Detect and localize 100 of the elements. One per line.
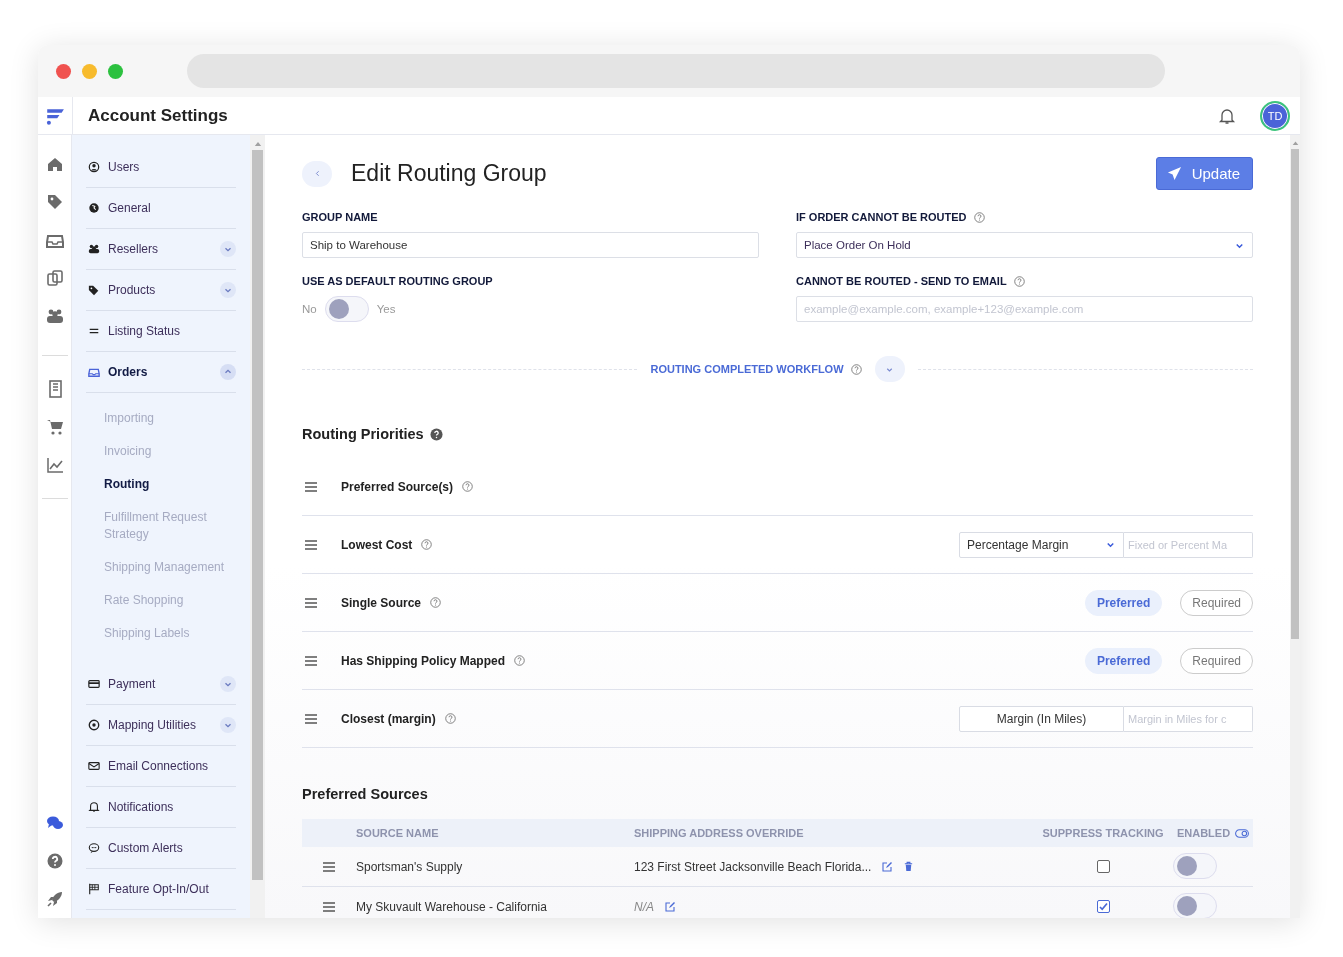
- priority-label: Lowest Cost: [341, 537, 413, 552]
- workflow-link[interactable]: ROUTING COMPLETED WORKFLOW: [650, 363, 844, 375]
- sidebar-subitem[interactable]: Routing: [104, 468, 234, 501]
- routing-fallback-select[interactable]: Place Order On Hold: [796, 232, 1253, 258]
- sidebar-item[interactable]: Users: [86, 147, 236, 188]
- field-label: USE AS DEFAULT ROUTING GROUP: [302, 275, 493, 287]
- drag-handle-icon[interactable]: [305, 655, 317, 666]
- drag-handle-icon[interactable]: [323, 901, 335, 912]
- option-pill[interactable]: Preferred: [1084, 589, 1163, 616]
- drag-handle-icon[interactable]: [305, 597, 317, 608]
- user-icon: [88, 161, 100, 173]
- sidebar-item[interactable]: Custom Alerts: [86, 828, 236, 869]
- priority-label: Single Source: [341, 595, 422, 610]
- drag-handle-icon[interactable]: [323, 861, 335, 872]
- toggle-icon: [1235, 828, 1250, 838]
- help-icon: [444, 713, 456, 724]
- envelope-icon: [88, 760, 100, 772]
- column-header: SOURCE NAME: [356, 827, 439, 839]
- priority-label: Closest (margin): [341, 711, 436, 726]
- trash-icon[interactable]: [903, 861, 915, 872]
- app-title: Account Settings: [88, 105, 229, 126]
- close-window-button[interactable]: [56, 63, 71, 79]
- sidebar-item[interactable]: Mapping Utilities: [86, 705, 236, 746]
- edit-icon[interactable]: [881, 860, 894, 873]
- margin-field[interactable]: Fixed or Percent Ma: [1124, 531, 1253, 558]
- page-title: Edit Routing Group: [351, 160, 548, 187]
- paper-plane-icon: [1166, 166, 1182, 181]
- target-icon: [88, 719, 100, 731]
- expand-toggle[interactable]: [220, 241, 236, 257]
- section-title: Preferred Sources: [302, 786, 428, 802]
- bell-icon: [88, 801, 100, 813]
- expand-toggle[interactable]: [220, 282, 236, 298]
- inbox-icon: [88, 366, 100, 378]
- checkbox[interactable]: [1096, 900, 1110, 913]
- email-field[interactable]: example@example.com, example+123@example.com: [796, 296, 1253, 322]
- section-title: Routing Priorities: [302, 426, 424, 442]
- table-cell-text: My Skuvault Warehouse - California: [356, 899, 548, 914]
- expand-toggle[interactable]: [220, 364, 236, 380]
- expand-toggle[interactable]: [220, 717, 236, 733]
- update-button[interactable]: Update: [1155, 157, 1253, 190]
- option-pill[interactable]: Required: [1180, 589, 1253, 616]
- sidebar-item[interactable]: Resellers: [86, 229, 236, 270]
- sidebar-item[interactable]: Orders: [86, 352, 236, 393]
- sidebar-item[interactable]: Feature Opt-In/Out: [86, 869, 236, 910]
- chart-icon[interactable]: [45, 456, 64, 474]
- group-name-field[interactable]: Ship to Warehouse: [302, 232, 759, 258]
- field-label: IF ORDER CANNOT BE ROUTED: [796, 211, 967, 223]
- field-label: CANNOT BE ROUTED - SEND TO EMAIL: [796, 275, 1007, 287]
- flag-icon: [88, 883, 100, 895]
- speech-bubble-icon: [88, 842, 100, 854]
- copy-icon[interactable]: [45, 269, 64, 287]
- priority-label: Preferred Source(s): [341, 479, 454, 494]
- rocket-icon[interactable]: [45, 890, 64, 908]
- help-icon: [421, 539, 433, 550]
- help-icon: [850, 363, 862, 375]
- table-cell: N/A: [634, 899, 654, 914]
- globe-icon: [88, 202, 100, 214]
- scrollbar-thumb[interactable]: [252, 150, 263, 880]
- scrollbar-thumb[interactable]: [1291, 149, 1299, 639]
- tag-icon[interactable]: [45, 193, 64, 211]
- scroll-up-icon[interactable]: [1291, 140, 1299, 146]
- bell-icon[interactable]: [1218, 106, 1236, 125]
- enabled-toggle[interactable]: [1173, 892, 1217, 918]
- sidebar-item[interactable]: Products: [86, 270, 236, 311]
- priority-label: Has Shipping Policy Mapped: [341, 653, 506, 668]
- help-icon[interactable]: [45, 852, 64, 870]
- field-label: GROUP NAME: [302, 211, 378, 223]
- drag-handle-icon[interactable]: [305, 481, 317, 492]
- home-icon[interactable]: [45, 155, 64, 173]
- enabled-toggle[interactable]: [1173, 852, 1217, 879]
- option-pill[interactable]: Preferred: [1084, 647, 1163, 674]
- drag-handle-icon[interactable]: [305, 539, 317, 550]
- maximize-window-button[interactable]: [108, 63, 123, 79]
- expand-toggle[interactable]: [220, 676, 236, 692]
- sidebar-item[interactable]: Payment: [86, 664, 236, 705]
- sidebar-item[interactable]: Email Connections: [86, 746, 236, 787]
- users-icon[interactable]: [45, 307, 64, 325]
- checkbox[interactable]: [1096, 860, 1110, 873]
- margin-type-select[interactable]: Percentage Margin: [959, 531, 1124, 558]
- option-pill[interactable]: Required: [1180, 647, 1253, 674]
- user-avatar[interactable]: TD: [1260, 100, 1290, 131]
- sidebar-item[interactable]: Notifications: [86, 787, 236, 828]
- help-icon: [462, 481, 474, 492]
- help-icon: [430, 597, 442, 608]
- sidebar-item[interactable]: Listing Status: [86, 311, 236, 352]
- sidebar-item[interactable]: General: [86, 188, 236, 229]
- help-icon: [1013, 275, 1025, 287]
- toggle-off-label: No: [302, 303, 317, 315]
- chevron-left-icon: [312, 169, 322, 178]
- help-icon: [514, 655, 526, 666]
- scroll-up-icon[interactable]: [253, 140, 262, 147]
- drag-handle-icon[interactable]: [305, 713, 317, 724]
- default-group-toggle[interactable]: [324, 296, 369, 322]
- table-cell: 123 First Street Jacksonville Beach Florida...: [634, 859, 872, 874]
- edit-icon[interactable]: [664, 900, 676, 913]
- users-icon: [88, 243, 100, 255]
- cart-icon[interactable]: [45, 418, 64, 436]
- column-header: ENABLED: [1176, 827, 1231, 839]
- chat-icon[interactable]: [45, 814, 64, 832]
- table-cell-text: Sportsman's Supply: [356, 859, 464, 874]
